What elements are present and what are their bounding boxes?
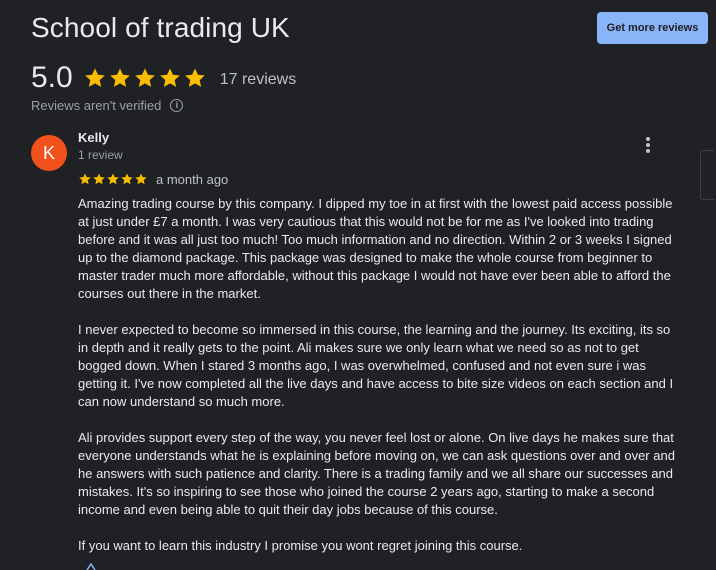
star-icon [107,173,119,185]
review-text: Amazing trading course by this company. … [78,195,678,570]
get-more-reviews-button[interactable]: Get more reviews [597,12,708,44]
star-icon [84,68,105,87]
review-paragraph: I never expected to become so immersed i… [78,322,674,409]
star-icon [184,68,205,87]
reviews-panel: School of trading UK Get more reviews 5.… [0,0,716,570]
thumbs-up-icon[interactable] [86,563,96,570]
info-icon[interactable]: i [170,98,184,112]
review-count-link[interactable]: 17 reviews [220,71,296,89]
review-paragraph: Amazing trading course by this company. … [78,196,673,301]
star-icon [134,68,155,87]
star-icon [159,68,180,87]
scrollbar[interactable] [700,150,714,200]
more-options-dot [646,143,650,147]
avatar[interactable]: K [31,135,67,171]
unverified-text: Reviews aren't verified [31,97,162,113]
rating-stars [83,66,208,90]
business-title: School of trading UK [31,12,290,43]
star-icon [121,173,133,185]
more-options-dot [646,137,650,141]
rating-summary: 5.0 17 reviews [31,60,296,96]
unverified-notice: Reviews aren't verified i [31,96,184,114]
star-icon [79,173,91,185]
more-options-icon[interactable] [638,134,658,156]
review-date: a month ago [156,171,229,187]
more-options-dot [646,149,650,153]
rating-score: 5.0 [31,61,73,94]
star-icon [109,68,130,87]
review-paragraph: Ali provides support every step of the w… [78,430,675,517]
reviewer-name[interactable]: Kelly [78,130,109,145]
review-paragraph: If you want to learn this industry I pro… [78,538,523,553]
review-stars [78,172,148,186]
star-icon [93,173,105,185]
reviewer-review-count: 1 review [78,148,123,162]
star-icon [135,173,147,185]
review-rating: a month ago [78,170,228,188]
